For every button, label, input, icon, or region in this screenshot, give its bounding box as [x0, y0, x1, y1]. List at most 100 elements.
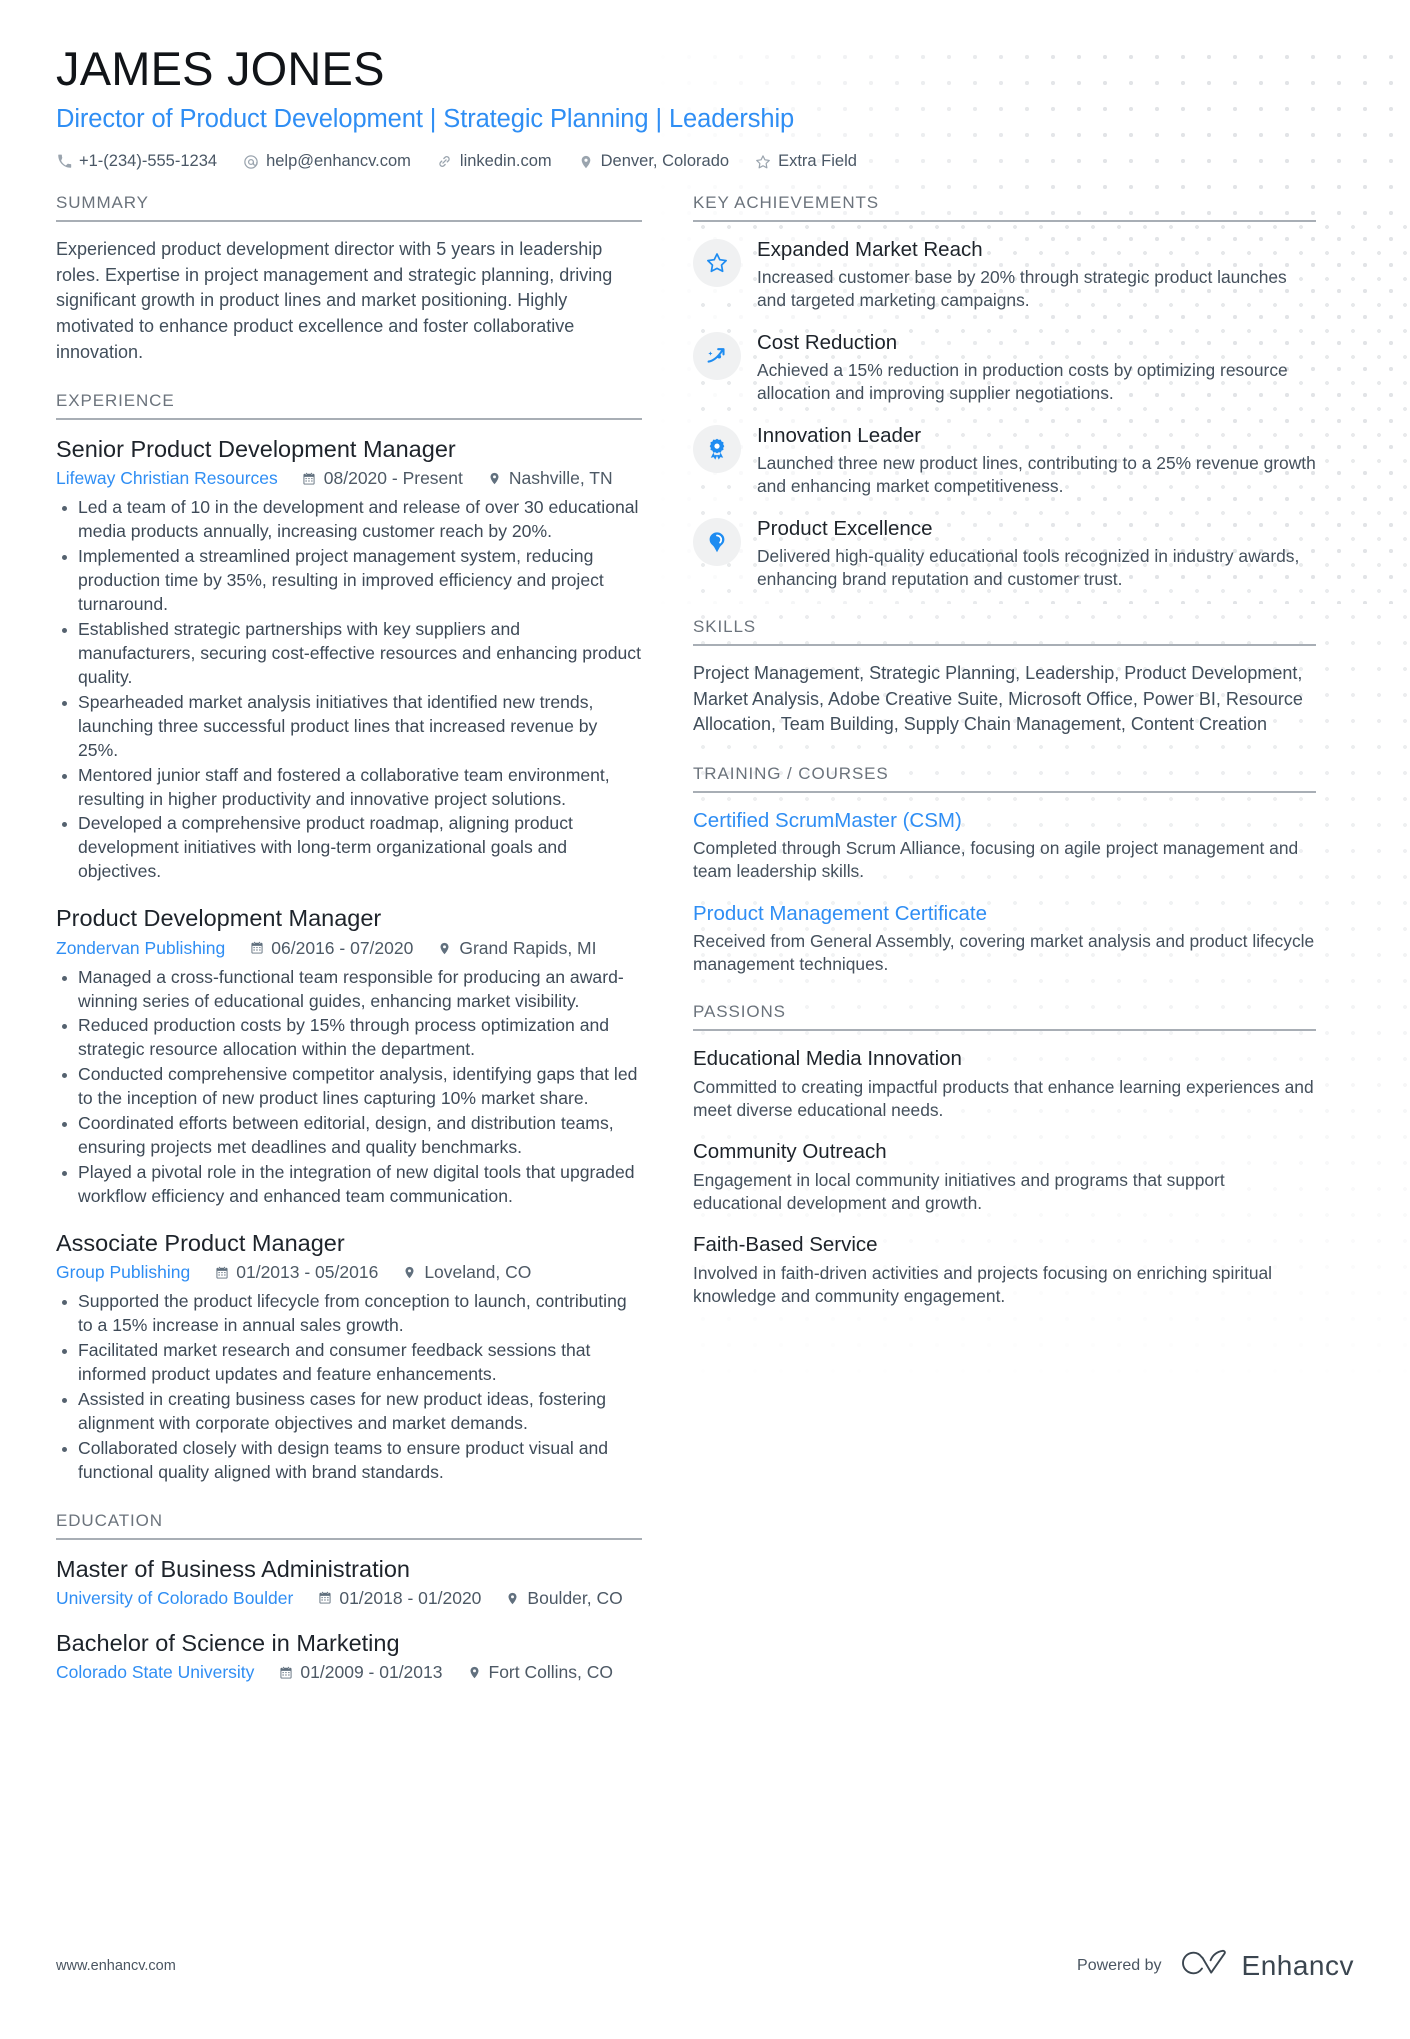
enhancv-brand: Enhancv: [1178, 1948, 1354, 1983]
job-bullets: Managed a cross-functional team responsi…: [56, 966, 642, 1209]
section-training-courses: TRAINING / COURSES Certified ScrumMaster…: [693, 764, 1316, 977]
section-heading-key-achievements: KEY ACHIEVEMENTS: [693, 193, 1316, 223]
job-bullets: Supported the product lifecycle from con…: [56, 1290, 642, 1484]
school-name[interactable]: University of Colorado Boulder: [56, 1588, 293, 1609]
section-experience: EXPERIENCE Senior Product Development Ma…: [56, 391, 642, 1484]
passion-description: Committed to creating impactful products…: [693, 1077, 1314, 1121]
location-pin-icon: [437, 941, 452, 956]
calendar-icon: [317, 1591, 332, 1606]
section-summary: SUMMARY Experienced product development …: [56, 193, 642, 365]
passion-entry: Community Outreach Engagement in local c…: [693, 1139, 1316, 1215]
job-location-text: Loveland, CO: [424, 1262, 532, 1283]
calendar-icon: [278, 1665, 293, 1680]
footer-website-url[interactable]: www.enhancv.com: [56, 1958, 176, 1974]
contact-phone[interactable]: +1-(234)-555-1234: [56, 152, 217, 171]
section-skills: SKILLS Project Management, Strategic Pla…: [693, 617, 1316, 738]
powered-by-block: Powered by Enhancv: [1077, 1948, 1354, 1983]
achievement-description: Launched three new product lines, contri…: [757, 452, 1316, 496]
achievement-title: Product Excellence: [757, 517, 933, 541]
company-name[interactable]: Group Publishing: [56, 1262, 190, 1283]
education-meta: Colorado State University 01/2009 - 01/2…: [56, 1662, 642, 1683]
email-icon: [243, 154, 259, 170]
training-description: Completed through Scrum Alliance, focusi…: [693, 838, 1299, 882]
section-passions: PASSIONS Educational Media Innovation Co…: [693, 1002, 1316, 1308]
contact-phone-text: +1-(234)-555-1234: [79, 152, 218, 171]
achievement-item: Expanded Market Reach Increased customer…: [693, 237, 1316, 312]
list-item: Reduced production costs by 15% through …: [56, 1014, 642, 1062]
education-location: Boulder, CO: [505, 1587, 623, 1609]
company-name[interactable]: Zondervan Publishing: [56, 938, 225, 959]
calendar-icon: [302, 471, 317, 486]
list-item: Facilitated market research and consumer…: [56, 1339, 642, 1387]
list-item: Conducted comprehensive competitor analy…: [56, 1063, 642, 1111]
location-pin-icon: [402, 1265, 417, 1280]
company-name[interactable]: Lifeway Christian Resources: [56, 468, 278, 489]
education-meta: University of Colorado Boulder 01/2018 -…: [56, 1588, 642, 1609]
school-name[interactable]: Colorado State University: [56, 1662, 254, 1683]
experience-entry: Senior Product Development Manager Lifew…: [56, 435, 642, 884]
list-item: Implemented a streamlined project manage…: [56, 545, 642, 617]
trending-up-icon: [693, 332, 741, 381]
section-heading-passions: PASSIONS: [693, 1002, 1316, 1032]
enhancv-logo-icon: [1178, 1948, 1230, 1983]
passion-description: Engagement in local community initiative…: [693, 1170, 1225, 1214]
list-item: Collaborated closely with design teams t…: [56, 1437, 642, 1485]
job-meta: Group Publishing 01/2013 - 05/2016 Lovel…: [56, 1262, 642, 1283]
job-dates: 06/2016 - 07/2020: [249, 938, 413, 959]
job-location: Grand Rapids, MI: [437, 937, 597, 959]
resume-header: JAMES JONES Director of Product Developm…: [56, 43, 1354, 171]
job-location: Loveland, CO: [402, 1262, 531, 1283]
achievement-title: Cost Reduction: [757, 331, 898, 355]
section-heading-training-courses: TRAINING / COURSES: [693, 764, 1316, 793]
location-pin-icon: [578, 154, 594, 170]
list-item: Led a team of 10 in the development and …: [56, 496, 642, 544]
section-education: EDUCATION Master of Business Administrat…: [56, 1511, 642, 1684]
contact-linkedin-text: linkedin.com: [459, 152, 552, 171]
education-dates-text: 01/2009 - 01/2013: [300, 1662, 443, 1683]
contact-location[interactable]: Denver, Colorado: [578, 152, 729, 171]
page-footer: www.enhancv.com Powered by Enhancv: [56, 1948, 1354, 1983]
contact-email[interactable]: help@enhancv.com: [243, 152, 411, 171]
degree-title: Bachelor of Science in Marketing: [56, 1629, 400, 1656]
passion-entry: Educational Media Innovation Committed t…: [693, 1046, 1316, 1122]
passion-title: Faith-Based Service: [693, 1233, 878, 1257]
list-item: Established strategic partnerships with …: [56, 618, 642, 690]
education-dates: 01/2018 - 01/2020: [317, 1588, 481, 1609]
experience-entry: Product Development Manager Zondervan Pu…: [56, 904, 642, 1209]
passion-title: Community Outreach: [693, 1140, 887, 1164]
education-entry: Bachelor of Science in Marketing Colorad…: [56, 1629, 642, 1683]
section-heading-experience: EXPERIENCE: [56, 391, 642, 421]
training-title[interactable]: Certified ScrumMaster (CSM): [693, 808, 1316, 835]
contact-extra-field[interactable]: Extra Field: [755, 152, 857, 171]
location-pin-icon: [467, 1665, 482, 1680]
section-key-achievements: KEY ACHIEVEMENTS Expanded Market Reach I…: [693, 193, 1316, 591]
resume-body: SUMMARY Experienced product development …: [56, 193, 1354, 1709]
training-title[interactable]: Product Management Certificate: [693, 901, 1316, 928]
achievement-description: Increased customer base by 20% through s…: [757, 266, 1287, 311]
job-dates-text: 06/2016 - 07/2020: [271, 937, 414, 958]
job-location: Nashville, TN: [487, 468, 613, 489]
list-item: Mentored junior staff and fostered a col…: [56, 764, 642, 812]
education-dates: 01/2009 - 01/2013: [278, 1662, 443, 1683]
job-bullets: Led a team of 10 in the development and …: [56, 496, 642, 884]
passion-description: Involved in faith-driven activities and …: [693, 1262, 1273, 1307]
training-entry: Product Management Certificate Received …: [693, 901, 1316, 977]
education-location: Fort Collins, CO: [467, 1662, 613, 1683]
achievement-title: Expanded Market Reach: [757, 238, 983, 262]
list-item: Played a pivotal role in the integration…: [56, 1161, 642, 1209]
list-item: Coordinated efforts between editorial, d…: [56, 1112, 642, 1160]
link-icon: [437, 154, 453, 170]
contact-linkedin[interactable]: linkedin.com: [437, 152, 552, 171]
calendar-icon: [214, 1265, 229, 1280]
achievement-item: Cost Reduction Achieved a 15% reduction …: [693, 330, 1316, 405]
achievement-item: Innovation Leader Launched three new pro…: [693, 423, 1316, 498]
list-item: Developed a comprehensive product roadma…: [56, 812, 642, 884]
achievement-item: Product Excellence Delivered high-qualit…: [693, 516, 1316, 591]
contact-email-text: help@enhancv.com: [266, 152, 411, 171]
education-location-text: Boulder, CO: [527, 1587, 623, 1608]
job-location-text: Grand Rapids, MI: [459, 937, 597, 958]
training-entry: Certified ScrumMaster (CSM) Completed th…: [693, 808, 1316, 884]
achievement-description: Achieved a 15% reduction in production c…: [757, 359, 1288, 404]
summary-text: Experienced product development director…: [56, 239, 613, 362]
phone-icon: [56, 154, 72, 170]
